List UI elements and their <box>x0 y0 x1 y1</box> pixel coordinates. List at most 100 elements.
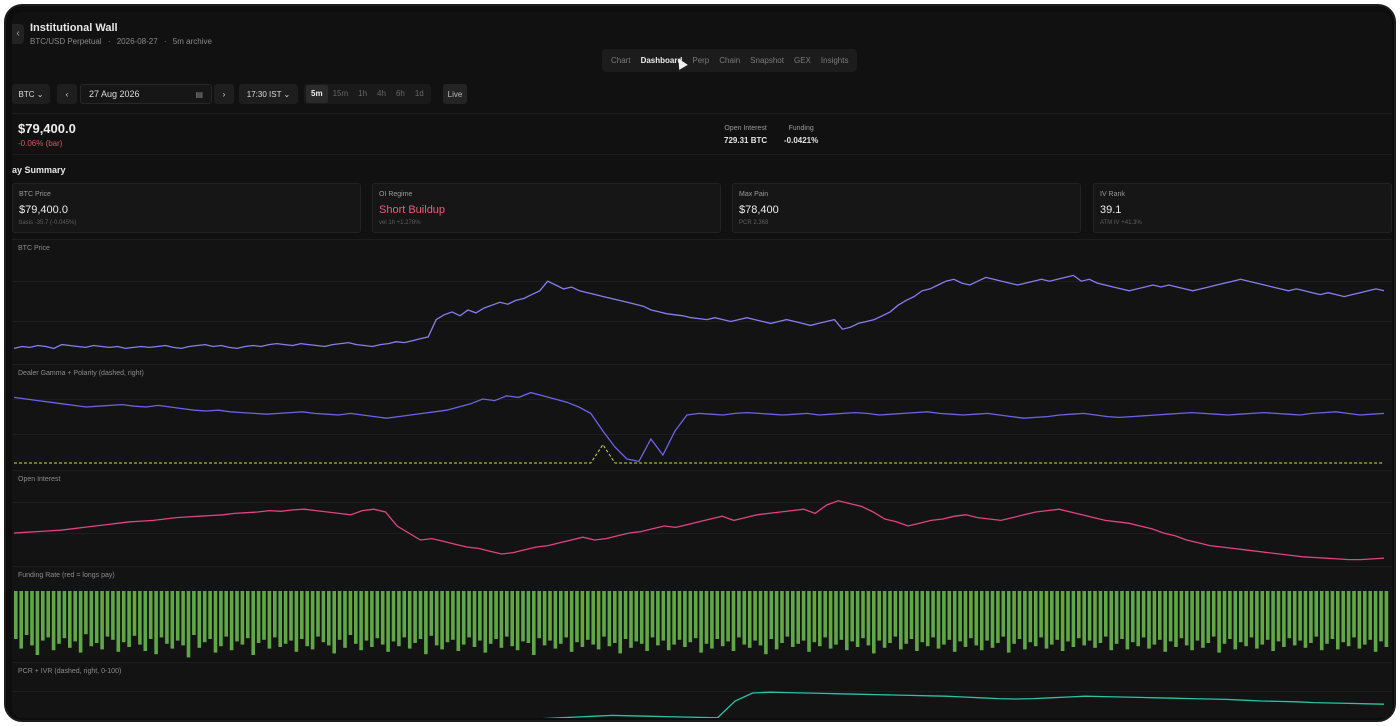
funding-bar <box>35 591 40 655</box>
btc-price-chart[interactable] <box>12 240 1392 362</box>
funding-bar <box>100 591 104 650</box>
interval-5m[interactable]: 5m <box>306 85 328 103</box>
funding-bar <box>666 591 671 651</box>
funding-bar <box>1346 591 1351 647</box>
card-iv-rank: IV Rank 39.1 ATM IV +41.3% <box>1093 183 1392 233</box>
funding-bar <box>1147 591 1151 649</box>
date-input[interactable]: 27 Aug 2026 ▤ <box>80 84 212 104</box>
funding-bar <box>316 591 320 637</box>
interval-4h[interactable]: 4h <box>372 85 391 103</box>
card-btc-price: BTC Price $79,400.0 basis -35.7 (-0.045%… <box>12 183 361 233</box>
funding-bar <box>289 591 293 641</box>
funding-bar <box>602 591 606 637</box>
dealer-gamma-chart[interactable] <box>12 365 1392 468</box>
chart-title: PCR + IVR (dashed, right, 0-100) <box>18 668 122 675</box>
funding-bar <box>78 591 83 653</box>
funding-bar <box>424 591 428 655</box>
funding-bar <box>1023 591 1027 650</box>
funding-bar <box>445 591 450 643</box>
funding-rate-chart[interactable] <box>12 567 1392 660</box>
funding-bar <box>855 591 860 647</box>
funding-bar <box>925 591 930 647</box>
card-label: BTC Price <box>19 191 51 198</box>
funding-bar <box>68 591 72 648</box>
funding-bar <box>1330 591 1335 639</box>
funding-bar <box>246 591 250 639</box>
funding-bar <box>720 591 725 647</box>
tab-snapshot[interactable]: Snapshot <box>745 49 789 72</box>
funding-bar <box>920 591 925 643</box>
funding-bar <box>332 591 336 654</box>
funding-bar <box>650 591 655 638</box>
chart-panel-dealer-gamma: Dealer Gamma + Polarity (dashed, right) <box>12 364 1392 467</box>
funding-bar <box>478 591 482 641</box>
funding-bar <box>753 591 757 641</box>
funding-bar <box>764 591 768 655</box>
funding-bar <box>1001 591 1006 637</box>
price-summary-row: $79,400.0 -0.06% (bar) Open Interest 729… <box>12 115 1392 155</box>
funding-bar <box>321 591 326 643</box>
funding-bar <box>801 591 806 641</box>
funding-bar <box>138 591 142 645</box>
app-subtitle: BTC/USD Perpetual · 2026-08-27 · 5m arch… <box>30 37 212 46</box>
live-button[interactable]: Live <box>443 84 467 104</box>
funding-bar <box>882 591 887 648</box>
funding-bar <box>737 591 741 638</box>
tab-perp[interactable]: Perp <box>687 49 714 72</box>
funding-bar <box>170 591 175 649</box>
funding-bar <box>1341 591 1345 643</box>
funding-bar <box>1352 591 1356 638</box>
funding-bar <box>872 591 876 654</box>
funding-bar <box>1071 591 1076 647</box>
funding-bar <box>192 591 196 635</box>
price-change: -0.06% (bar) <box>18 139 63 148</box>
funding-bar <box>747 591 752 648</box>
funding-bar <box>175 591 180 641</box>
funding-bar <box>591 591 595 645</box>
funding-bar <box>143 591 148 651</box>
chart-title: BTC Price <box>18 245 50 252</box>
interval-1h[interactable]: 1h <box>353 85 372 103</box>
interval-6h[interactable]: 6h <box>391 85 410 103</box>
pcr-ivr-chart[interactable] <box>12 663 1392 718</box>
funding-bar <box>1184 591 1189 646</box>
funding-bar <box>14 591 18 639</box>
funding-bar <box>564 591 568 638</box>
funding-bar <box>127 591 131 647</box>
funding-bar <box>1363 591 1367 645</box>
funding-bar <box>704 591 709 644</box>
open-interest-chart[interactable] <box>12 471 1392 564</box>
asset-select[interactable]: BTC ⌄ <box>12 84 50 104</box>
funding-bar <box>985 591 989 641</box>
tab-chain[interactable]: Chain <box>714 49 745 72</box>
prev-date-button[interactable]: ‹ <box>57 84 77 104</box>
funding-bar <box>1357 591 1362 649</box>
funding-bar <box>41 591 45 641</box>
tab-insights[interactable]: Insights <box>816 49 854 72</box>
funding-bar <box>1082 591 1086 646</box>
card-value: $78,400 <box>739 204 779 216</box>
funding-bar <box>148 591 153 639</box>
time-select[interactable]: 17:30 IST ⌄ <box>239 84 298 104</box>
funding-bar <box>553 591 558 649</box>
tab-chart[interactable]: Chart <box>606 49 636 72</box>
funding-bar <box>472 591 477 647</box>
funding-bar <box>1384 591 1389 647</box>
funding-bar <box>521 591 525 642</box>
funding-bar <box>440 591 444 650</box>
back-button[interactable]: ‹ <box>12 24 24 44</box>
funding-bar <box>823 591 827 638</box>
funding-bar <box>1125 591 1130 650</box>
calendar-icon[interactable]: ▤ <box>195 90 203 99</box>
funding-stat: Funding -0.0421% <box>784 125 818 145</box>
funding-bar <box>1055 591 1059 640</box>
funding-bar <box>375 591 380 639</box>
tab-gex[interactable]: GEX <box>789 49 816 72</box>
next-date-button[interactable]: › <box>214 84 234 104</box>
funding-bar <box>305 591 309 647</box>
funding-bar <box>46 591 50 638</box>
funding-bar <box>402 591 407 638</box>
interval-15m[interactable]: 15m <box>328 85 354 103</box>
funding-bar <box>380 591 385 645</box>
interval-1d[interactable]: 1d <box>410 85 429 103</box>
